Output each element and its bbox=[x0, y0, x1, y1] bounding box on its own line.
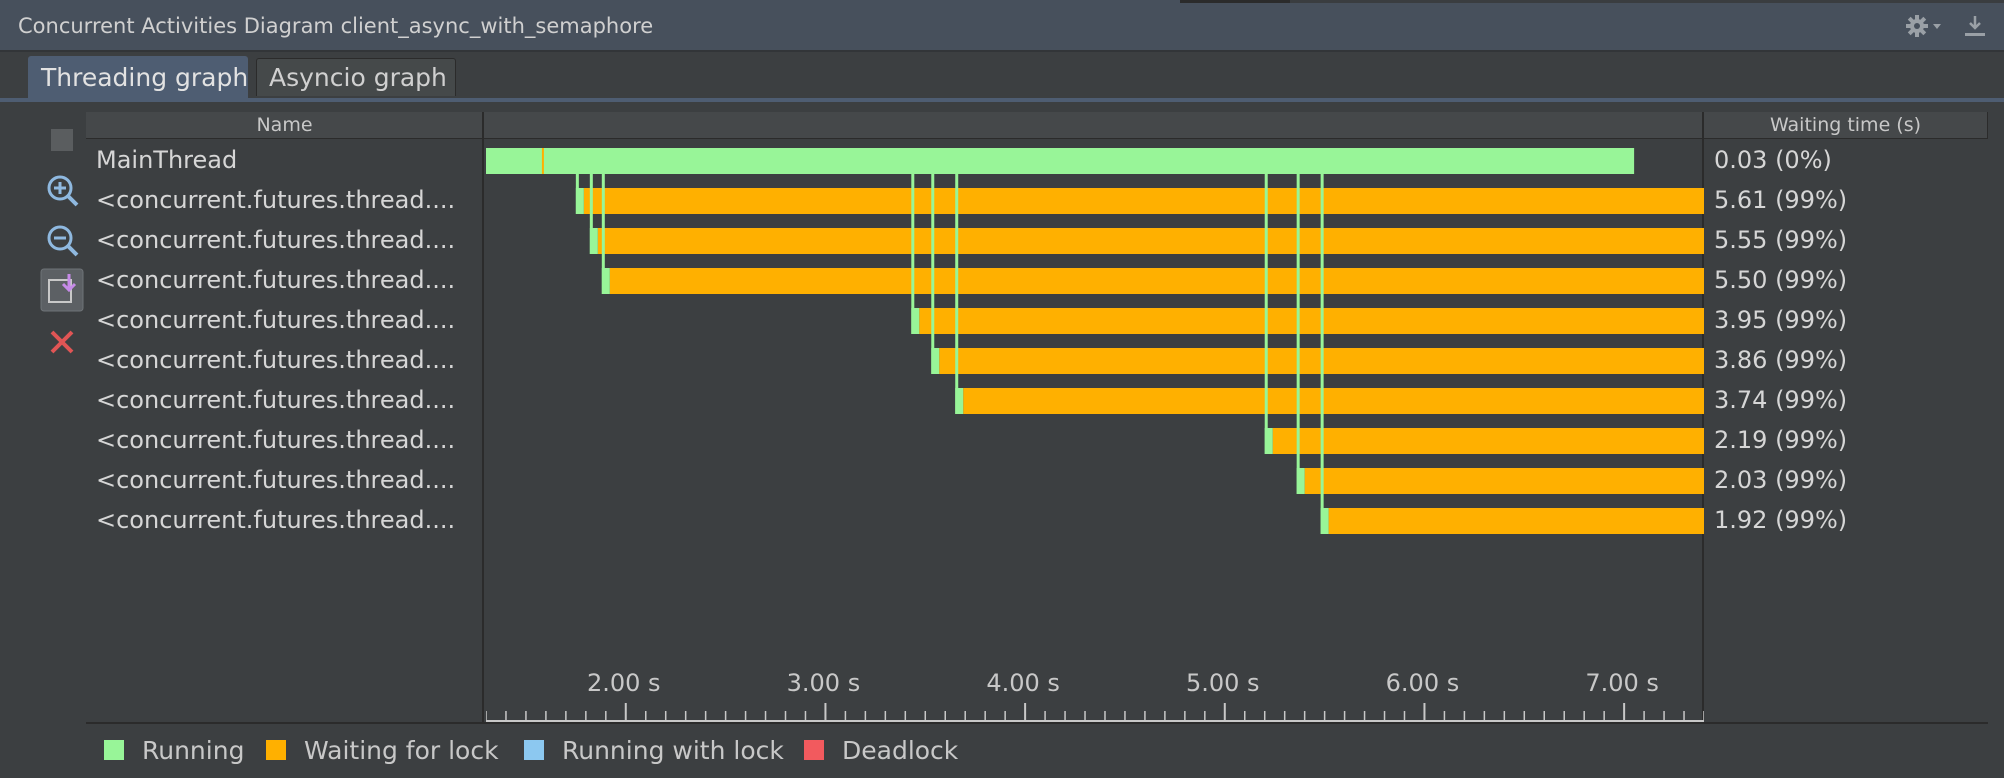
tab-underline bbox=[0, 98, 2004, 102]
waiting-segment bbox=[919, 308, 1704, 334]
tick-label: 5.00 s bbox=[1186, 669, 1260, 697]
legend-label: Running bbox=[142, 736, 245, 765]
tab-bar: Threading graph Asyncio graph bbox=[0, 50, 2004, 100]
name-cell: <concurrent.futures.thread.... bbox=[96, 226, 456, 254]
waiting-time-cell: 5.50 (99%) bbox=[1714, 266, 1848, 294]
legend-running: Running bbox=[104, 731, 244, 771]
waiting-time-cell: 0.03 (0%) bbox=[1714, 146, 1832, 174]
side-toolbar bbox=[10, 112, 86, 778]
name-column-header[interactable]: Name bbox=[86, 112, 484, 139]
running-segment bbox=[1296, 174, 1300, 494]
waiting-segment bbox=[609, 268, 1704, 294]
running-segment bbox=[931, 348, 940, 374]
running-segment bbox=[589, 228, 598, 254]
waiting-time-cell: 3.86 (99%) bbox=[1714, 346, 1848, 374]
running-segment bbox=[955, 388, 964, 414]
legend-label: Deadlock bbox=[842, 736, 959, 765]
waiting-marker bbox=[541, 148, 544, 174]
waiting-time-cell: 3.95 (99%) bbox=[1714, 306, 1848, 334]
close-icon[interactable] bbox=[40, 320, 84, 364]
name-cell: MainThread bbox=[96, 146, 238, 174]
waiting-swatch bbox=[266, 740, 286, 760]
name-cell: <concurrent.futures.thread.... bbox=[96, 466, 456, 494]
legend-deadlock: Deadlock bbox=[804, 731, 958, 771]
hide-icon[interactable] bbox=[1962, 13, 1988, 39]
waiting-time-cell: 2.19 (99%) bbox=[1714, 426, 1848, 454]
waiting-segment bbox=[583, 188, 1704, 214]
legend-running-with-lock: Running with lock bbox=[524, 731, 784, 771]
running-segment bbox=[931, 174, 935, 374]
graph-column-header[interactable] bbox=[484, 112, 1790, 139]
tick-label: 4.00 s bbox=[986, 669, 1060, 697]
tick-label: 6.00 s bbox=[1386, 669, 1460, 697]
scroll-to-end-icon[interactable] bbox=[40, 268, 84, 312]
waiting-time-cell: 5.55 (99%) bbox=[1714, 226, 1848, 254]
running-segment bbox=[911, 308, 920, 334]
waiting-segment bbox=[597, 228, 1704, 254]
running-segment bbox=[1264, 428, 1273, 454]
tab-threading-graph[interactable]: Threading graph bbox=[28, 56, 248, 98]
legend-label: Waiting for lock bbox=[304, 736, 499, 765]
running-segment bbox=[955, 174, 959, 414]
top-edge bbox=[1290, 0, 2004, 3]
legend-label: Running with lock bbox=[562, 736, 784, 765]
top-edge-dark bbox=[1180, 0, 1290, 3]
waiting-time-cell: 5.61 (99%) bbox=[1714, 186, 1848, 214]
zoom-out-icon[interactable] bbox=[40, 218, 84, 262]
name-cell: <concurrent.futures.thread.... bbox=[96, 186, 456, 214]
waiting-segment bbox=[1328, 508, 1704, 534]
legend-separator bbox=[86, 722, 1988, 724]
deadlock-swatch bbox=[804, 740, 824, 760]
name-cell: <concurrent.futures.thread.... bbox=[96, 506, 456, 534]
running-segment bbox=[1320, 174, 1324, 534]
running-segment bbox=[575, 188, 584, 214]
running-segment bbox=[1320, 508, 1329, 534]
stop-icon[interactable] bbox=[40, 118, 84, 162]
running-segment bbox=[601, 268, 610, 294]
name-cell: <concurrent.futures.thread.... bbox=[96, 346, 456, 374]
running-segment bbox=[1296, 468, 1305, 494]
gear-icon[interactable] bbox=[1905, 13, 1945, 39]
running-segment bbox=[486, 148, 1635, 174]
thread-timeline-graph[interactable]: 2.00 s 3.00 s 4.00 s 5.00 s 6.00 s 7.00 s bbox=[486, 140, 1704, 724]
name-cell: <concurrent.futures.thread.... bbox=[96, 386, 456, 414]
waiting-time-cell: 2.03 (99%) bbox=[1714, 466, 1848, 494]
tab-asyncio-graph[interactable]: Asyncio graph bbox=[256, 58, 456, 96]
running-swatch bbox=[104, 740, 124, 760]
tick-label: 7.00 s bbox=[1585, 669, 1659, 697]
waiting-segment bbox=[1304, 468, 1704, 494]
name-cell: <concurrent.futures.thread.... bbox=[96, 306, 456, 334]
running-with-lock-swatch bbox=[524, 740, 544, 760]
window-title: Concurrent Activities Diagram client_asy… bbox=[18, 14, 654, 38]
waiting-time-cell: 3.74 (99%) bbox=[1714, 386, 1848, 414]
running-segment bbox=[1264, 174, 1268, 454]
name-cell: <concurrent.futures.thread.... bbox=[96, 266, 456, 294]
name-cell: <concurrent.futures.thread.... bbox=[96, 426, 456, 454]
column-separator bbox=[482, 112, 484, 722]
legend-waiting-for-lock: Waiting for lock bbox=[266, 731, 499, 771]
tick-label: 3.00 s bbox=[787, 669, 861, 697]
waiting-time-cell: 1.92 (99%) bbox=[1714, 506, 1848, 534]
tick-label: 2.00 s bbox=[587, 669, 661, 697]
zoom-in-icon[interactable] bbox=[40, 168, 84, 212]
waiting-segment bbox=[1272, 428, 1704, 454]
title-bar: Concurrent Activities Diagram client_asy… bbox=[0, 0, 2004, 52]
waiting-time-column-header[interactable]: Waiting time (s) bbox=[1704, 112, 1988, 139]
waiting-segment bbox=[963, 388, 1704, 414]
